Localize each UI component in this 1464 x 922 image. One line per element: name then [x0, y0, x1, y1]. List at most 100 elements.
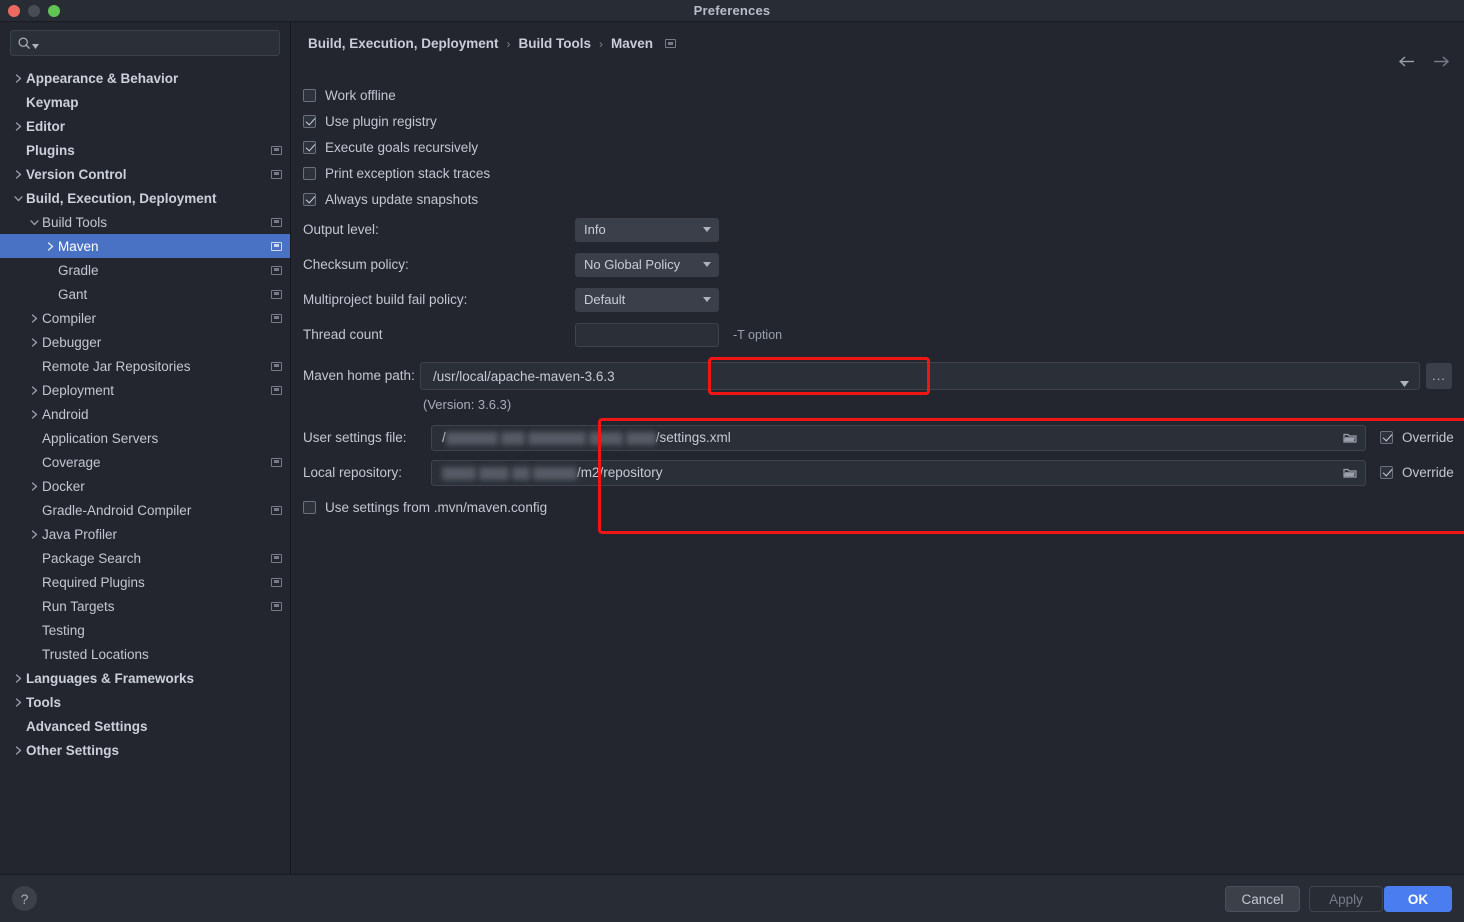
thread-count-input[interactable] [575, 322, 719, 347]
sidebar-item-label: Application Servers [42, 430, 159, 446]
sidebar-item-deployment[interactable]: Deployment [0, 378, 290, 402]
sidebar-item-plugins[interactable]: Plugins [0, 138, 290, 162]
dropdown-checksum-policy[interactable]: No Global Policy [575, 252, 719, 277]
field-row-thread-count: Thread count -T option [292, 317, 1464, 352]
breadcrumb-item-0[interactable]: Build, Execution, Deployment [308, 36, 499, 51]
checkbox-input[interactable] [303, 192, 316, 206]
checkbox-row-always-update-snapshots[interactable]: Always update snapshots [292, 186, 1464, 212]
override-checkbox[interactable] [1380, 466, 1393, 479]
sidebar-item-advanced-settings[interactable]: Advanced Settings [0, 714, 290, 738]
sidebar-item-gant[interactable]: Gant [0, 282, 290, 306]
chevron-down-icon [703, 262, 711, 267]
redacted-path-segment [500, 431, 525, 445]
checkbox-row-print-exception-stack-traces[interactable]: Print exception stack traces [292, 160, 1464, 186]
maven-home-path-input[interactable]: /usr/local/apache-maven-3.6.3 [420, 362, 1420, 390]
chevron-down-icon[interactable] [26, 218, 42, 227]
settings-main-panel: Build, Execution, Deployment › Build Too… [292, 22, 1464, 874]
folder-icon[interactable] [1337, 463, 1363, 483]
browse-button[interactable]: ... [1426, 363, 1452, 389]
chevron-right-icon[interactable] [10, 673, 26, 683]
override-checkbox-row[interactable]: Override [1380, 465, 1454, 480]
override-checkbox-row[interactable]: Override [1380, 430, 1454, 445]
checkbox-row-use-plugin-registry[interactable]: Use plugin registry [292, 108, 1464, 134]
sidebar-item-trusted-locations[interactable]: Trusted Locations [0, 642, 290, 666]
chevron-down-icon[interactable] [1400, 374, 1409, 392]
chevron-down-icon[interactable] [10, 194, 26, 203]
close-button[interactable] [8, 5, 20, 17]
checkbox-row-use-settings-from-mvn-maven-config[interactable]: Use settings from .mvn/maven.config [292, 494, 1464, 520]
chevron-right-icon[interactable] [26, 481, 42, 491]
minimize-button[interactable] [28, 5, 40, 17]
sidebar-item-coverage[interactable]: Coverage [0, 450, 290, 474]
sidebar-item-label: Coverage [42, 454, 101, 470]
cancel-button[interactable]: Cancel [1225, 886, 1300, 912]
breadcrumb[interactable]: Build, Execution, Deployment › Build Too… [292, 22, 1464, 51]
sidebar-item-other-settings[interactable]: Other Settings [0, 738, 290, 762]
sidebar-item-tools[interactable]: Tools [0, 690, 290, 714]
apply-button[interactable]: Apply [1309, 886, 1383, 912]
settings-path-input[interactable]: /m2/repository [431, 459, 1366, 486]
sidebar-item-keymap[interactable]: Keymap [0, 90, 290, 114]
settings-tree[interactable]: Appearance & Behavior Keymap Editor Plugins… [0, 66, 290, 762]
checkbox-row-execute-goals-recursively[interactable]: Execute goals recursively [292, 134, 1464, 160]
sidebar-item-gradle[interactable]: Gradle [0, 258, 290, 282]
ok-button[interactable]: OK [1384, 886, 1452, 912]
chevron-right-icon[interactable] [10, 745, 26, 755]
checkbox-input[interactable] [303, 500, 316, 514]
chevron-right-icon[interactable] [26, 409, 42, 419]
checkbox-input[interactable] [303, 140, 316, 154]
sidebar-item-build-tools[interactable]: Build Tools [0, 210, 290, 234]
sidebar-item-maven[interactable]: Maven [0, 234, 290, 258]
sidebar-item-gradle-android-compiler[interactable]: Gradle-Android Compiler [0, 498, 290, 522]
sidebar-item-java-profiler[interactable]: Java Profiler [0, 522, 290, 546]
sidebar-item-testing[interactable]: Testing [0, 618, 290, 642]
sidebar-item-remote-jar-repositories[interactable]: Remote Jar Repositories [0, 354, 290, 378]
arrow-left-icon[interactable] [1398, 55, 1416, 73]
breadcrumb-item-1[interactable]: Build Tools [519, 36, 592, 51]
sidebar-item-android[interactable]: Android [0, 402, 290, 426]
arrow-right-icon[interactable] [1432, 55, 1450, 73]
dropdown-output-level[interactable]: Info [575, 217, 719, 242]
chevron-down-icon [703, 227, 711, 232]
sidebar-item-compiler[interactable]: Compiler [0, 306, 290, 330]
override-checkbox[interactable] [1380, 431, 1393, 444]
sidebar-item-languages-frameworks[interactable]: Languages & Frameworks [0, 666, 290, 690]
settings-path-input[interactable]: / /settings.xml [431, 424, 1366, 451]
chevron-right-icon[interactable] [26, 529, 42, 539]
navigation-arrows[interactable] [1398, 55, 1450, 73]
chevron-right-icon[interactable] [10, 121, 26, 131]
project-scope-badge-icon [271, 577, 282, 587]
search-dropdown-icon[interactable] [32, 36, 39, 54]
window-controls[interactable] [8, 5, 60, 17]
checkbox-input[interactable] [303, 166, 316, 180]
project-scope-badge-icon [271, 145, 282, 155]
chevron-right-icon[interactable] [10, 73, 26, 83]
dropdown-multiproject-build-fail-policy[interactable]: Default [575, 287, 719, 312]
search-input[interactable] [10, 30, 280, 56]
chevron-right-icon[interactable] [10, 697, 26, 707]
sidebar-item-version-control[interactable]: Version Control [0, 162, 290, 186]
project-scope-badge-icon [271, 265, 282, 275]
chevron-right-icon[interactable] [10, 169, 26, 179]
sidebar-item-appearance-behavior[interactable]: Appearance & Behavior [0, 66, 290, 90]
path-suffix: /m2/repository [577, 465, 663, 480]
checkbox-input[interactable] [303, 88, 316, 102]
sidebar-item-application-servers[interactable]: Application Servers [0, 426, 290, 450]
window-title: Preferences [693, 3, 771, 18]
chevron-right-icon[interactable] [42, 241, 58, 251]
chevron-right-icon[interactable] [26, 313, 42, 323]
sidebar-item-editor[interactable]: Editor [0, 114, 290, 138]
maximize-button[interactable] [48, 5, 60, 17]
sidebar-item-build-execution-deployment[interactable]: Build, Execution, Deployment [0, 186, 290, 210]
help-button[interactable]: ? [12, 886, 37, 911]
checkbox-input[interactable] [303, 114, 316, 128]
sidebar-item-debugger[interactable]: Debugger [0, 330, 290, 354]
sidebar-item-package-search[interactable]: Package Search [0, 546, 290, 570]
folder-icon[interactable] [1337, 428, 1363, 448]
checkbox-row-work-offline[interactable]: Work offline [292, 82, 1464, 108]
chevron-right-icon[interactable] [26, 337, 42, 347]
sidebar-item-required-plugins[interactable]: Required Plugins [0, 570, 290, 594]
sidebar-item-docker[interactable]: Docker [0, 474, 290, 498]
sidebar-item-run-targets[interactable]: Run Targets [0, 594, 290, 618]
chevron-right-icon[interactable] [26, 385, 42, 395]
